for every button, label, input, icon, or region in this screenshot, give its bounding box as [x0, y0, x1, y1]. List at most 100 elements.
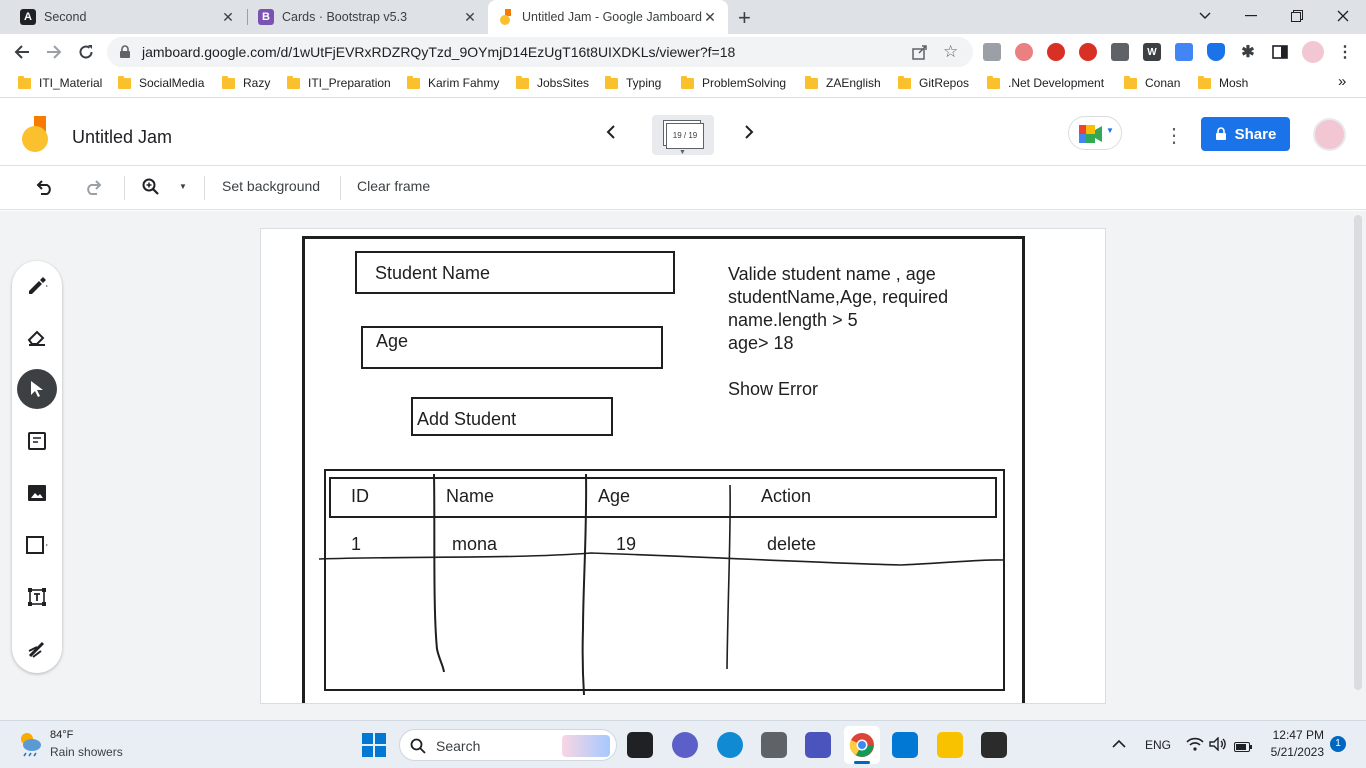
undo-icon[interactable]: [36, 179, 54, 200]
file-explorer-icon[interactable]: [937, 732, 963, 758]
sticky-note-icon[interactable]: [17, 421, 57, 461]
volume-icon[interactable]: [1209, 736, 1227, 756]
forward-icon[interactable]: [40, 38, 68, 66]
bookmark-folder[interactable]: Karim Fahmy: [407, 75, 499, 90]
more-options-icon[interactable]: ⋮: [1164, 123, 1184, 148]
close-window-button[interactable]: [1320, 0, 1366, 32]
record-icon[interactable]: [1015, 43, 1033, 61]
vertical-scrollbar[interactable]: [1354, 215, 1362, 690]
weather-rain-icon[interactable]: [16, 729, 44, 762]
jamboard-logo[interactable]: [22, 116, 50, 159]
jam-frame[interactable]: Student Name Age Add Student Valide stud…: [260, 228, 1106, 704]
bookmark-folder[interactable]: JobsSites: [516, 75, 589, 90]
bookmarks-bar: ITI_Material SocialMedia Razy ITI_Prepar…: [0, 70, 1366, 98]
lock-icon[interactable]: [119, 45, 131, 64]
w-extension-icon[interactable]: W: [1143, 43, 1161, 61]
bookmark-folder[interactable]: Conan: [1124, 75, 1180, 90]
bookmark-folder[interactable]: Typing: [605, 75, 661, 90]
close-icon[interactable]: ✕: [220, 9, 236, 26]
tab-untitled-jam[interactable]: Untitled Jam - Google Jamboard ✕: [488, 0, 728, 34]
terminal-icon[interactable]: [981, 732, 1007, 758]
jam-title[interactable]: Untitled Jam: [72, 127, 172, 148]
tab-favicon: B: [258, 9, 274, 25]
table-cell-id: 1: [351, 534, 362, 554]
extensions-puzzle-icon[interactable]: ✱: [1239, 43, 1257, 61]
vscode-icon[interactable]: [892, 732, 918, 758]
prev-frame-icon[interactable]: [606, 124, 616, 145]
set-background-button[interactable]: Set background: [222, 178, 320, 194]
block-icon[interactable]: [1079, 43, 1097, 61]
bookmark-folder[interactable]: GitRepos: [898, 75, 969, 90]
back-icon[interactable]: [8, 38, 36, 66]
windows-start-icon[interactable]: [362, 733, 386, 762]
wifi-icon[interactable]: [1186, 737, 1204, 756]
bookmark-folder[interactable]: Razy: [222, 75, 270, 90]
side-panel-icon[interactable]: [1271, 43, 1289, 61]
shield-icon[interactable]: [1207, 43, 1225, 61]
battery-icon[interactable]: [1234, 739, 1252, 757]
shape-tool-icon[interactable]: [17, 525, 57, 565]
minimize-button[interactable]: [1228, 0, 1274, 32]
address-bar[interactable]: jamboard.google.com/d/1wUtFjEVRxRDZRQyTz…: [107, 37, 973, 67]
bookmark-folder[interactable]: Mosh: [1198, 75, 1248, 90]
extension-gray-icon[interactable]: [1111, 43, 1129, 61]
share-button[interactable]: Share: [1201, 117, 1290, 151]
clock-time[interactable]: 12:47 PM: [1270, 728, 1324, 742]
meet-button[interactable]: ▼: [1068, 116, 1122, 150]
image-icon[interactable]: [17, 473, 57, 513]
teams-chat-icon[interactable]: [672, 732, 698, 758]
notification-badge[interactable]: 1: [1330, 736, 1346, 752]
zoom-icon[interactable]: [142, 178, 160, 201]
bookmarks-overflow-button[interactable]: »: [1338, 73, 1346, 90]
browser-menu-icon[interactable]: ⋮: [1336, 43, 1354, 61]
table-header-action: Action: [761, 486, 812, 506]
eraser-tool-icon[interactable]: [17, 317, 57, 357]
redo-icon[interactable]: [84, 179, 102, 200]
bookmark-folder[interactable]: .Net Development: [987, 75, 1104, 90]
language-indicator[interactable]: ENG: [1145, 738, 1171, 752]
camera-icon[interactable]: [983, 43, 1001, 61]
new-tab-button[interactable]: +: [738, 5, 751, 31]
tab-favicon: A: [20, 9, 36, 25]
calculator-icon[interactable]: [761, 732, 787, 758]
frame-bar-button[interactable]: 19 / 19 ▼: [652, 115, 714, 156]
clear-frame-button[interactable]: Clear frame: [357, 178, 430, 194]
restore-button[interactable]: [1274, 0, 1320, 32]
chrome-taskbar-button[interactable]: [844, 726, 880, 764]
taskbar-search[interactable]: Search: [399, 729, 617, 761]
extension-blue-icon[interactable]: [1175, 43, 1193, 61]
bookmark-folder[interactable]: ITI_Preparation: [287, 75, 391, 90]
reload-icon[interactable]: [72, 38, 100, 66]
tab-second[interactable]: A Second ✕: [12, 0, 244, 34]
show-hidden-icons-icon[interactable]: [1112, 736, 1126, 754]
tab-bootstrap-cards[interactable]: B Cards · Bootstrap v5.3 ✕: [250, 0, 486, 34]
pen-tool-icon[interactable]: [17, 264, 57, 304]
opera-icon[interactable]: [1047, 43, 1065, 61]
bookmark-folder[interactable]: ZAEnglish: [805, 75, 881, 90]
close-icon[interactable]: ✕: [702, 9, 718, 26]
bookmark-folder[interactable]: ProblemSolving: [681, 75, 786, 90]
clock-date[interactable]: 5/21/2023: [1264, 745, 1324, 759]
teams-icon[interactable]: [805, 732, 831, 758]
search-highlight-icon: [562, 735, 610, 757]
select-tool-icon[interactable]: [17, 369, 57, 409]
weather-desc[interactable]: Rain showers: [50, 745, 123, 759]
weather-temp[interactable]: 84°F: [50, 729, 73, 741]
edge-icon[interactable]: [717, 732, 743, 758]
zoom-dropdown-icon[interactable]: ▼: [179, 182, 187, 191]
next-frame-icon[interactable]: [744, 124, 754, 145]
bookmark-folder[interactable]: SocialMedia: [118, 75, 204, 90]
jamboard-header: Untitled Jam 19 / 19 ▼ ▼ ⋮ Share: [0, 98, 1366, 166]
tab-search-icon[interactable]: [1182, 0, 1228, 32]
table-cell-action: delete: [767, 534, 817, 554]
tab-title: Cards · Bootstrap v5.3: [282, 10, 408, 24]
text-box-icon[interactable]: [17, 577, 57, 617]
task-view-icon[interactable]: [627, 732, 653, 758]
bookmark-star-icon[interactable]: ☆: [943, 42, 958, 62]
account-avatar[interactable]: [1313, 118, 1346, 151]
laser-tool-icon[interactable]: [17, 629, 57, 669]
close-icon[interactable]: ✕: [462, 9, 478, 26]
profile-avatar[interactable]: [1302, 41, 1324, 63]
share-page-icon[interactable]: [912, 44, 928, 65]
bookmark-folder[interactable]: ITI_Material: [18, 75, 102, 90]
